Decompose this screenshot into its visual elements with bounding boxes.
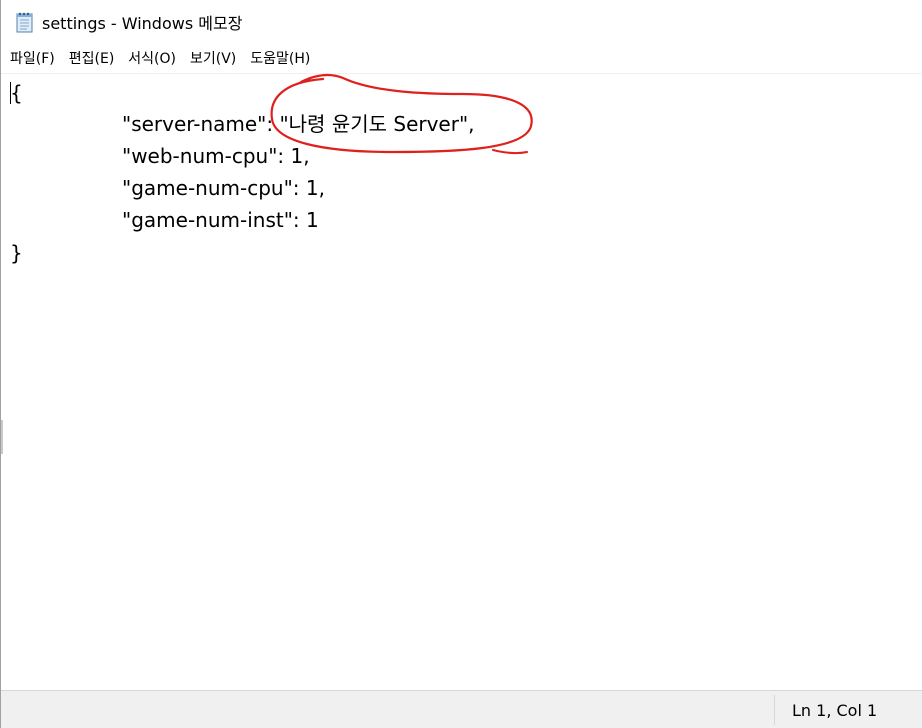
editor-line: "game-num-cpu": 1,: [122, 176, 325, 200]
editor-line: {: [10, 81, 23, 105]
window-title: settings - Windows 메모장: [42, 14, 243, 33]
cursor-position: Ln 1, Col 1: [792, 701, 878, 720]
menu-edit[interactable]: 편집(E): [62, 46, 122, 73]
title-bar[interactable]: settings - Windows 메모장: [1, 0, 922, 44]
editor-line: }: [10, 241, 23, 265]
notepad-icon: [15, 11, 35, 33]
editor-line: "server-name": "나령 윤기도 Server",: [122, 112, 475, 136]
window-edge: [1, 420, 3, 454]
editor-line: "web-num-cpu": 1,: [122, 144, 310, 168]
menu-format[interactable]: 서식(O): [121, 46, 183, 73]
status-bar: Ln 1, Col 1: [1, 690, 922, 728]
menu-view[interactable]: 보기(V): [183, 46, 243, 73]
menu-help[interactable]: 도움말(H): [243, 46, 317, 73]
menu-bar: 파일(F) 편집(E) 서식(O) 보기(V) 도움말(H): [1, 46, 922, 73]
notepad-window: settings - Windows 메모장 파일(F) 편집(E) 서식(O)…: [0, 0, 922, 728]
text-editor[interactable]: { "server-name": "나령 윤기도 Server", "web-n…: [1, 73, 922, 690]
status-divider: [774, 695, 775, 725]
menu-file[interactable]: 파일(F): [1, 46, 62, 73]
editor-line: "game-num-inst": 1: [122, 208, 319, 232]
